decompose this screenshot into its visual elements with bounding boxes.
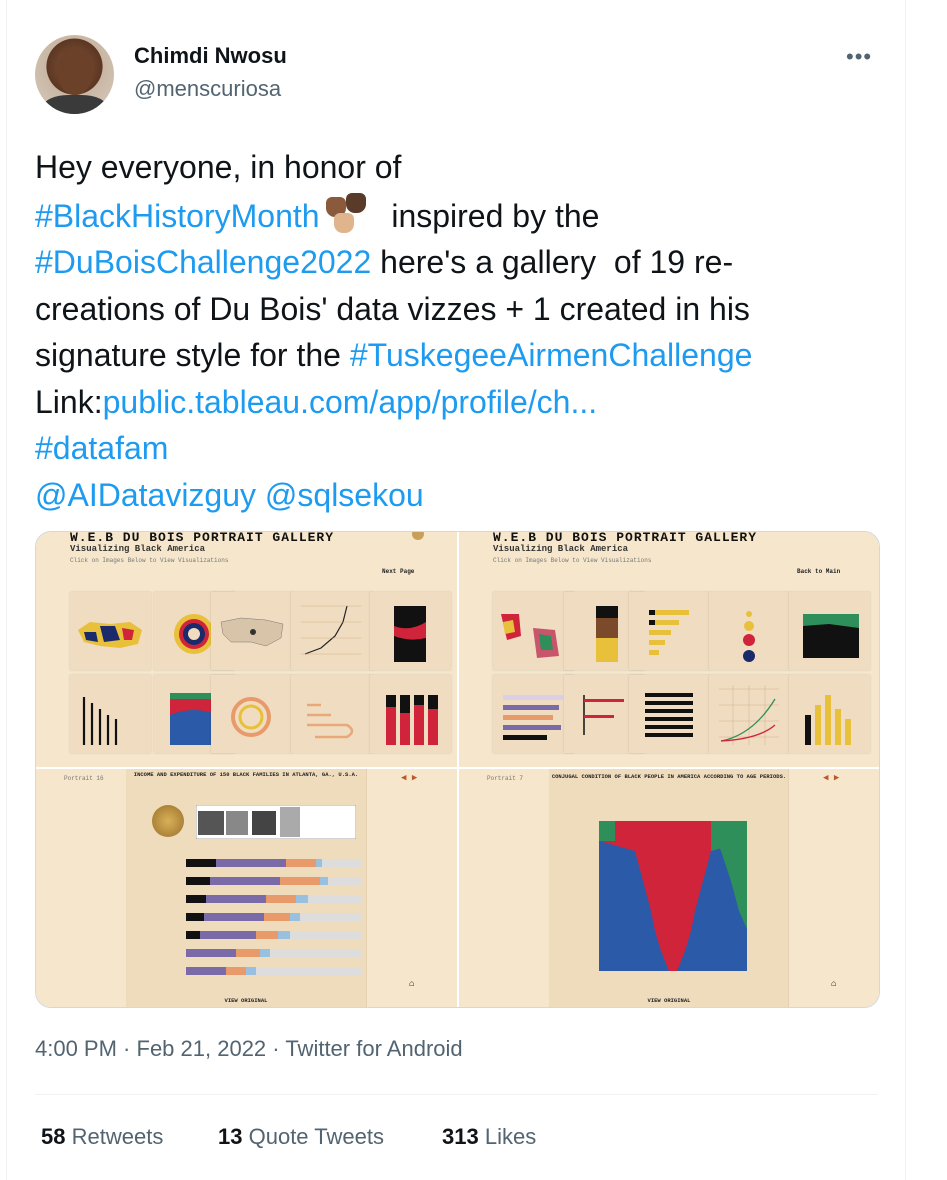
photo-strip — [196, 805, 356, 839]
viz-thumb-spiral — [211, 675, 292, 753]
hashtag-black-history-month[interactable]: #BlackHistoryMonth — [35, 198, 320, 234]
home-icon: ⌂ — [409, 979, 415, 989]
viz-thumb-us-map — [211, 592, 292, 670]
likes-stat[interactable]: 313 Likes — [442, 1124, 536, 1150]
tableau-link[interactable]: public.tableau.com/app/profile/ch... — [103, 384, 598, 420]
tweet-line-5-text: signature style for the — [35, 337, 350, 373]
tweet-line-1: Hey everyone, in honor of — [35, 149, 402, 185]
viz-thumb-red-black-bars — [370, 675, 451, 753]
gallery-hint: Click on Images Below to View Visualizat… — [493, 557, 652, 564]
quote-tweets-stat[interactable]: 13 Quote Tweets — [218, 1124, 384, 1150]
viz-thumb-curves — [709, 675, 790, 753]
hashtag-dubois-challenge[interactable]: #DuBoisChallenge2022 — [35, 244, 371, 280]
likes-count: 313 — [442, 1124, 479, 1149]
tweet-text: Hey everyone, in honor of #BlackHistoryM… — [35, 144, 885, 518]
fist-bump-emoji-icon — [322, 191, 374, 237]
author-handle[interactable]: @menscuriosa — [134, 76, 281, 102]
du-bois-coin-icon — [152, 805, 184, 837]
viz-thumb-income-bars — [493, 675, 574, 753]
tweet-line-4: creations of Du Bois' data vizzes + 1 cr… — [35, 290, 750, 327]
mention-aldatavizguy[interactable]: @AIDatavizguy — [35, 477, 256, 513]
mention-sqlsekou[interactable]: @sqlsekou — [265, 477, 424, 513]
avatar-shirt — [43, 95, 107, 114]
author-name[interactable]: Chimdi Nwosu — [134, 43, 287, 69]
more-horizontal-icon[interactable]: ••• — [846, 44, 872, 70]
viz-thumb-line — [291, 592, 372, 670]
left-sidebar: Portrait 7 — [459, 769, 550, 1007]
viz-thumb-yellow-columns — [789, 675, 870, 753]
right-sidebar: ◀ ▶ ⌂ — [366, 769, 457, 1007]
quotes-label: Quote Tweets — [248, 1124, 384, 1149]
hashtag-datafam[interactable]: #datafam — [35, 430, 168, 466]
divider — [35, 1094, 878, 1095]
viz-thumb-georgia-maps — [493, 592, 574, 670]
retweets-label: Retweets — [71, 1124, 164, 1149]
viz-title: INCOME AND EXPENDITURE OF 150 BLACK FAMI… — [133, 771, 359, 778]
gallery-subtitle: Visualizing Black America — [70, 544, 206, 554]
avatar-face — [57, 47, 93, 95]
media-image-1[interactable]: W.E.B DU BOIS PORTRAIT GALLERY Visualizi… — [36, 532, 457, 767]
viz-thumb-snake — [291, 675, 372, 753]
media-gallery[interactable]: W.E.B DU BOIS PORTRAIT GALLERY Visualizi… — [35, 531, 880, 1008]
media-image-4[interactable]: Portrait 7 CONJUGAL CONDITION OF BLACK P… — [459, 769, 879, 1007]
column-border-right — [905, 0, 906, 1180]
view-original-link: VIEW ORIGINAL — [224, 997, 268, 1004]
column-border-left — [6, 0, 7, 1180]
viz-thumb-black-red — [370, 592, 451, 670]
tweet-source[interactable]: Twitter for Android — [285, 1036, 462, 1061]
media-image-3[interactable]: Portrait 16 INCOME AND EXPENDITURE OF 15… — [36, 769, 457, 1007]
arrow-nav-icon: ◀ ▶ — [401, 773, 418, 783]
viz-title: CONJUGAL CONDITION OF BLACK PEOPLE IN AM… — [551, 773, 787, 780]
right-sidebar: ◀ ▶ ⌂ — [788, 769, 879, 1007]
next-page-button: Next Page — [382, 568, 415, 575]
tweet-date[interactable]: Feb 21, 2022 — [137, 1036, 267, 1061]
gallery-hint: Click on Images Below to View Visualizat… — [70, 557, 229, 564]
tweet-inspired-text: inspired by the — [373, 197, 600, 234]
view-original-link: VIEW ORIGINAL — [647, 997, 691, 1004]
gold-coin-icon — [412, 532, 424, 540]
viz-thumb-bars-vertical — [70, 675, 151, 753]
viz-thumb-yellow-bars — [629, 592, 710, 670]
viz-thumb-circles — [709, 592, 790, 670]
avatar[interactable] — [35, 35, 114, 114]
hashtag-tuskegee[interactable]: #TuskegeeAirmenChallenge — [350, 337, 753, 373]
media-image-2[interactable]: W.E.B DU BOIS PORTRAIT GALLERY Visualizi… — [459, 532, 879, 767]
tweet-gallery-text: here's a gallery of 19 re- — [371, 244, 734, 280]
arrow-nav-icon: ◀ ▶ — [823, 773, 840, 783]
quotes-count: 13 — [218, 1124, 243, 1149]
link-label: Link: — [35, 383, 103, 420]
tweet-time[interactable]: 4:00 PM — [35, 1036, 117, 1061]
conjugal-pyramid — [599, 821, 747, 971]
home-icon: ⌂ — [831, 979, 837, 989]
tweet-meta: 4:00 PM · Feb 21, 2022 · Twitter for And… — [35, 1036, 463, 1061]
likes-label: Likes — [484, 1124, 537, 1149]
gallery-subtitle: Visualizing Black America — [493, 544, 629, 554]
viz-thumb-map — [70, 592, 151, 670]
retweets-stat[interactable]: 58 Retweets — [41, 1124, 163, 1150]
viz-thumb-black-stripes — [629, 675, 710, 753]
viz-area: INCOME AND EXPENDITURE OF 150 BLACK FAMI… — [126, 769, 366, 1007]
portrait-label: Portrait 7 — [487, 775, 524, 782]
portrait-label: Portrait 16 — [64, 775, 104, 782]
left-sidebar: Portrait 16 — [36, 769, 127, 1007]
viz-area: CONJUGAL CONDITION OF BLACK PEOPLE IN AM… — [549, 769, 789, 1007]
viz-thumb-green-black — [789, 592, 870, 670]
back-to-main-button: Back to Main — [797, 568, 841, 575]
income-bars — [186, 859, 362, 975]
retweets-count: 58 — [41, 1124, 66, 1149]
